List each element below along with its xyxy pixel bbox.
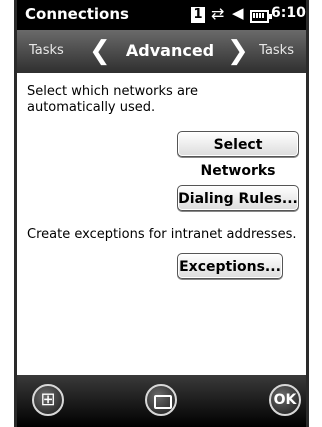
tab-tasks-left[interactable]: Tasks — [29, 43, 64, 58]
sync-arrows-icon[interactable]: ⇄ — [211, 4, 224, 23]
tab-advanced[interactable]: Advanced — [115, 41, 225, 60]
app-title[interactable]: Connections — [25, 5, 129, 23]
windows-start-icon[interactable]: ⊞ — [32, 384, 64, 416]
ok-button[interactable]: OK — [269, 384, 301, 416]
chevron-right-icon[interactable]: ❯ — [227, 36, 249, 66]
status-bar: Connections 1 ⇄ ◀ 6:10 — [17, 0, 306, 30]
speaker-icon[interactable]: ◀ — [232, 4, 244, 22]
battery-icon[interactable] — [250, 10, 272, 23]
dialing-rules-button[interactable]: Dialing Rules... — [177, 185, 299, 211]
chevron-left-icon[interactable]: ❮ — [89, 36, 111, 66]
exceptions-description: Create exceptions for intranet addresses… — [27, 227, 297, 242]
notification-badge[interactable]: 1 — [191, 7, 205, 23]
app-window: Connections 1 ⇄ ◀ 6:10 Tasks ❮ Advanced … — [14, 0, 309, 427]
networks-description: Select which networks are automatically … — [27, 84, 198, 115]
tab-tasks-right[interactable]: Tasks — [259, 43, 294, 58]
select-networks-button[interactable]: Select Networks — [177, 131, 299, 179]
keyboard-icon[interactable] — [145, 384, 177, 416]
soft-key-bar: ⊞ OK — [17, 375, 306, 427]
device-screen: Connections 1 ⇄ ◀ 6:10 Tasks ❮ Advanced … — [0, 0, 322, 427]
clock[interactable]: 6:10 — [271, 5, 306, 21]
tab-bar: Tasks ❮ Advanced ❯ Tasks — [17, 30, 306, 73]
content-area: Select which networks are automatically … — [17, 73, 306, 373]
exceptions-button[interactable]: Exceptions... — [177, 253, 283, 279]
